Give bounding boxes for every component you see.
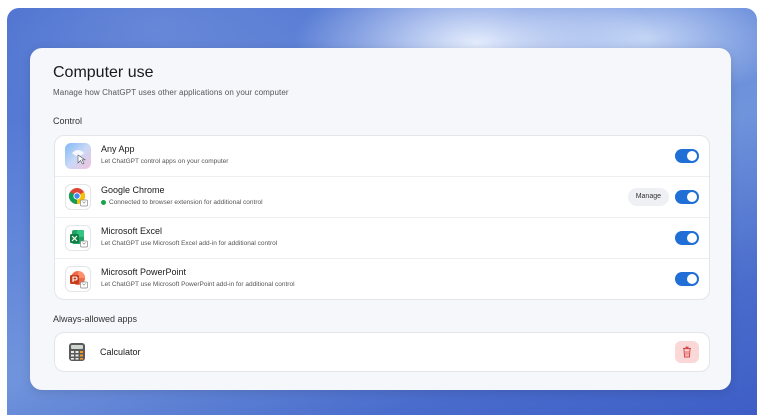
app-description: Let ChatGPT use Microsoft Excel add-in f… — [101, 240, 278, 247]
page-subtitle: Manage how ChatGPT uses other applicatio… — [53, 88, 289, 97]
section-label-always-allowed: Always-allowed apps — [53, 314, 138, 324]
trash-icon — [683, 346, 691, 358]
list-item-microsoft-excel: Microsoft Excel Let ChatGPT use Microsof… — [55, 218, 709, 259]
list-item-any-app: Any App Let ChatGPT control apps on your… — [55, 136, 709, 177]
list-item-google-chrome: Google Chrome Connected to browser exten… — [55, 177, 709, 218]
powerpoint-icon — [65, 266, 91, 292]
list-item-microsoft-powerpoint: Microsoft PowerPoint Let ChatGPT use Mic… — [55, 259, 709, 299]
remove-calculator-button[interactable] — [675, 341, 699, 363]
app-description: Let ChatGPT use Microsoft PowerPoint add… — [101, 281, 295, 288]
manage-chrome-button[interactable]: Manage — [627, 188, 669, 206]
app-description: Let ChatGPT control apps on your compute… — [101, 158, 229, 165]
list-item-calculator: Calculator — [55, 333, 709, 371]
app-name: Microsoft PowerPoint — [101, 267, 187, 277]
any-app-toggle[interactable] — [675, 149, 699, 163]
section-label-control: Control — [53, 116, 83, 126]
always-allowed-app-list: Calculator — [54, 332, 710, 372]
chrome-icon — [65, 184, 91, 210]
app-name: Calculator — [100, 347, 141, 357]
excel-icon — [65, 225, 91, 251]
any-app-icon — [65, 143, 91, 169]
control-app-list: Any App Let ChatGPT control apps on your… — [54, 135, 710, 300]
app-name: Google Chrome — [101, 185, 165, 195]
app-name: Microsoft Excel — [101, 226, 163, 236]
page-title: Computer use — [53, 64, 154, 81]
connected-status-dot — [101, 199, 106, 205]
app-description: Connected to browser extension for addit… — [101, 199, 263, 206]
computer-use-settings-panel: Computer use Manage how ChatGPT uses oth… — [30, 48, 731, 390]
calculator-icon — [67, 342, 87, 362]
app-description-text: Connected to browser extension for addit… — [109, 199, 263, 206]
excel-toggle[interactable] — [675, 231, 699, 245]
powerpoint-toggle[interactable] — [675, 272, 699, 286]
chrome-toggle[interactable] — [675, 190, 699, 204]
app-name: Any App — [101, 144, 135, 154]
